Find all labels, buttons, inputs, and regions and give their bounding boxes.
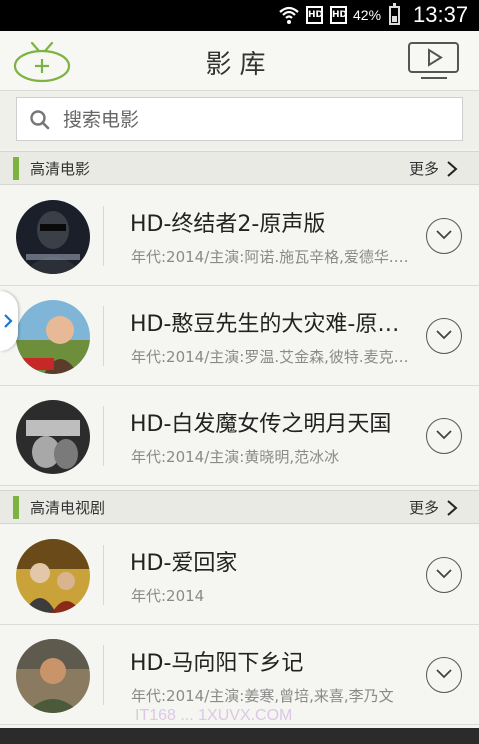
bottom-nav-bar [0, 728, 479, 744]
poster-thumbnail [16, 200, 90, 274]
list-item[interactable]: HD-爱回家 年代:2014 [0, 525, 479, 625]
section-header-hd-movies: 高清电影 更多 [0, 151, 479, 185]
more-link[interactable]: 更多 [409, 497, 439, 518]
movie-title: HD-爱回家 [130, 551, 238, 576]
list-item[interactable]: HD-终结者2-原声版 年代:2014/主演:阿诺.施瓦辛格,爱德华.福隆 [0, 186, 479, 286]
chevron-right-icon[interactable] [446, 160, 458, 178]
expand-button[interactable] [426, 218, 462, 254]
list-item[interactable]: HD-白发魔女传之明月天国 年代:2014/主演:黄晓明,范冰冰 [0, 386, 479, 486]
poster-thumbnail [16, 539, 90, 613]
clock: 13:37 [413, 2, 469, 27]
battery-icon [389, 3, 400, 25]
movie-meta: 年代:2014/主演:阿诺.施瓦辛格,爱德华.福隆 [131, 248, 409, 266]
wifi-icon [279, 6, 299, 24]
row-divider [103, 306, 104, 366]
expand-button[interactable] [426, 418, 462, 454]
expand-button[interactable] [426, 318, 462, 354]
row-divider [103, 645, 104, 705]
expand-button[interactable] [426, 557, 462, 593]
chevron-down-icon [436, 430, 452, 440]
movie-meta: 年代:2014 [131, 587, 205, 605]
row-divider [103, 406, 104, 466]
movie-title: HD-终结者2-原声版 [130, 212, 326, 237]
drawer-handle[interactable] [0, 291, 18, 351]
movie-meta: 年代:2014/主演:罗温.艾金森,彼特.麦克尼科尔 [131, 348, 409, 366]
section-header-hd-tv: 高清电视剧 更多 [0, 490, 479, 524]
header: 影库 [0, 31, 479, 91]
chevron-down-icon [436, 569, 452, 579]
player-button[interactable] [407, 41, 461, 81]
sim1-signal-icon: HD [306, 6, 323, 24]
chevron-right-icon[interactable] [446, 499, 458, 517]
search-bar [0, 91, 479, 149]
movie-title: HD-憨豆先生的大灾难-原声版 [130, 312, 410, 337]
section-marker [13, 496, 19, 519]
section-marker [13, 157, 19, 180]
watermark: IT168 ... 1XUVX.COM [135, 707, 293, 724]
chevron-down-icon [436, 330, 452, 340]
search-icon [30, 110, 50, 130]
status-bar: HD HD 42% 13:37 [0, 0, 479, 31]
battery-percent: 42% [353, 7, 382, 23]
expand-button[interactable] [426, 657, 462, 693]
section-title: 高清电视剧 [30, 499, 106, 517]
chevron-down-icon [436, 230, 452, 240]
poster-thumbnail [16, 639, 90, 713]
poster-thumbnail [16, 300, 90, 374]
chevron-right-icon [4, 314, 13, 328]
poster-thumbnail [16, 400, 90, 474]
row-divider [103, 545, 104, 605]
search-box[interactable] [16, 97, 463, 141]
play-screen-icon [408, 42, 459, 79]
row-divider [103, 206, 104, 266]
search-input[interactable] [61, 102, 455, 138]
more-link[interactable]: 更多 [409, 158, 439, 179]
list-item[interactable]: HD-憨豆先生的大灾难-原声版 年代:2014/主演:罗温.艾金森,彼特.麦克尼… [0, 286, 479, 386]
movie-title: HD-马向阳下乡记 [130, 651, 304, 676]
movie-meta: 年代:2014/主演:姜寒,曾培,来喜,李乃文 [131, 687, 394, 705]
section-title: 高清电影 [30, 160, 91, 178]
movie-meta: 年代:2014/主演:黄晓明,范冰冰 [131, 448, 340, 466]
sim2-signal-icon: HD [330, 6, 347, 24]
movie-title: HD-白发魔女传之明月天国 [130, 412, 392, 437]
chevron-down-icon [436, 669, 452, 679]
